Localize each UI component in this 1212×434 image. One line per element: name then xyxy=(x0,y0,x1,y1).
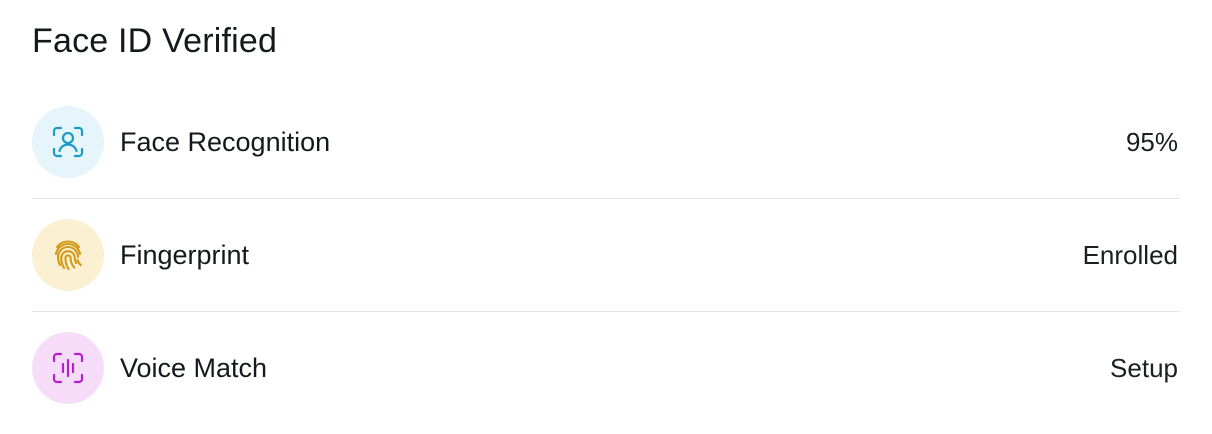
method-row-fingerprint[interactable]: Fingerprint Enrolled xyxy=(32,199,1180,312)
method-row-voice-match[interactable]: Voice Match Setup xyxy=(32,312,1180,424)
biometric-card: Face ID Verified Face Recognition 95% Fi… xyxy=(0,0,1212,434)
method-label: Fingerprint xyxy=(120,239,250,270)
method-label: Voice Match xyxy=(120,352,268,383)
card-title: Face ID Verified xyxy=(32,22,278,60)
fingerprint-icon xyxy=(32,219,104,291)
method-row-face-recognition[interactable]: Face Recognition 95% xyxy=(32,86,1180,199)
biometric-list: Face Recognition 95% Fingerprint Enrolle… xyxy=(32,86,1180,424)
method-value: Setup xyxy=(1110,352,1178,383)
method-value: 95% xyxy=(1125,126,1178,157)
voice-scan-icon xyxy=(32,332,104,404)
method-label: Face Recognition xyxy=(120,126,331,157)
face-scan-icon xyxy=(32,106,104,178)
method-value: Enrolled xyxy=(1082,239,1178,270)
